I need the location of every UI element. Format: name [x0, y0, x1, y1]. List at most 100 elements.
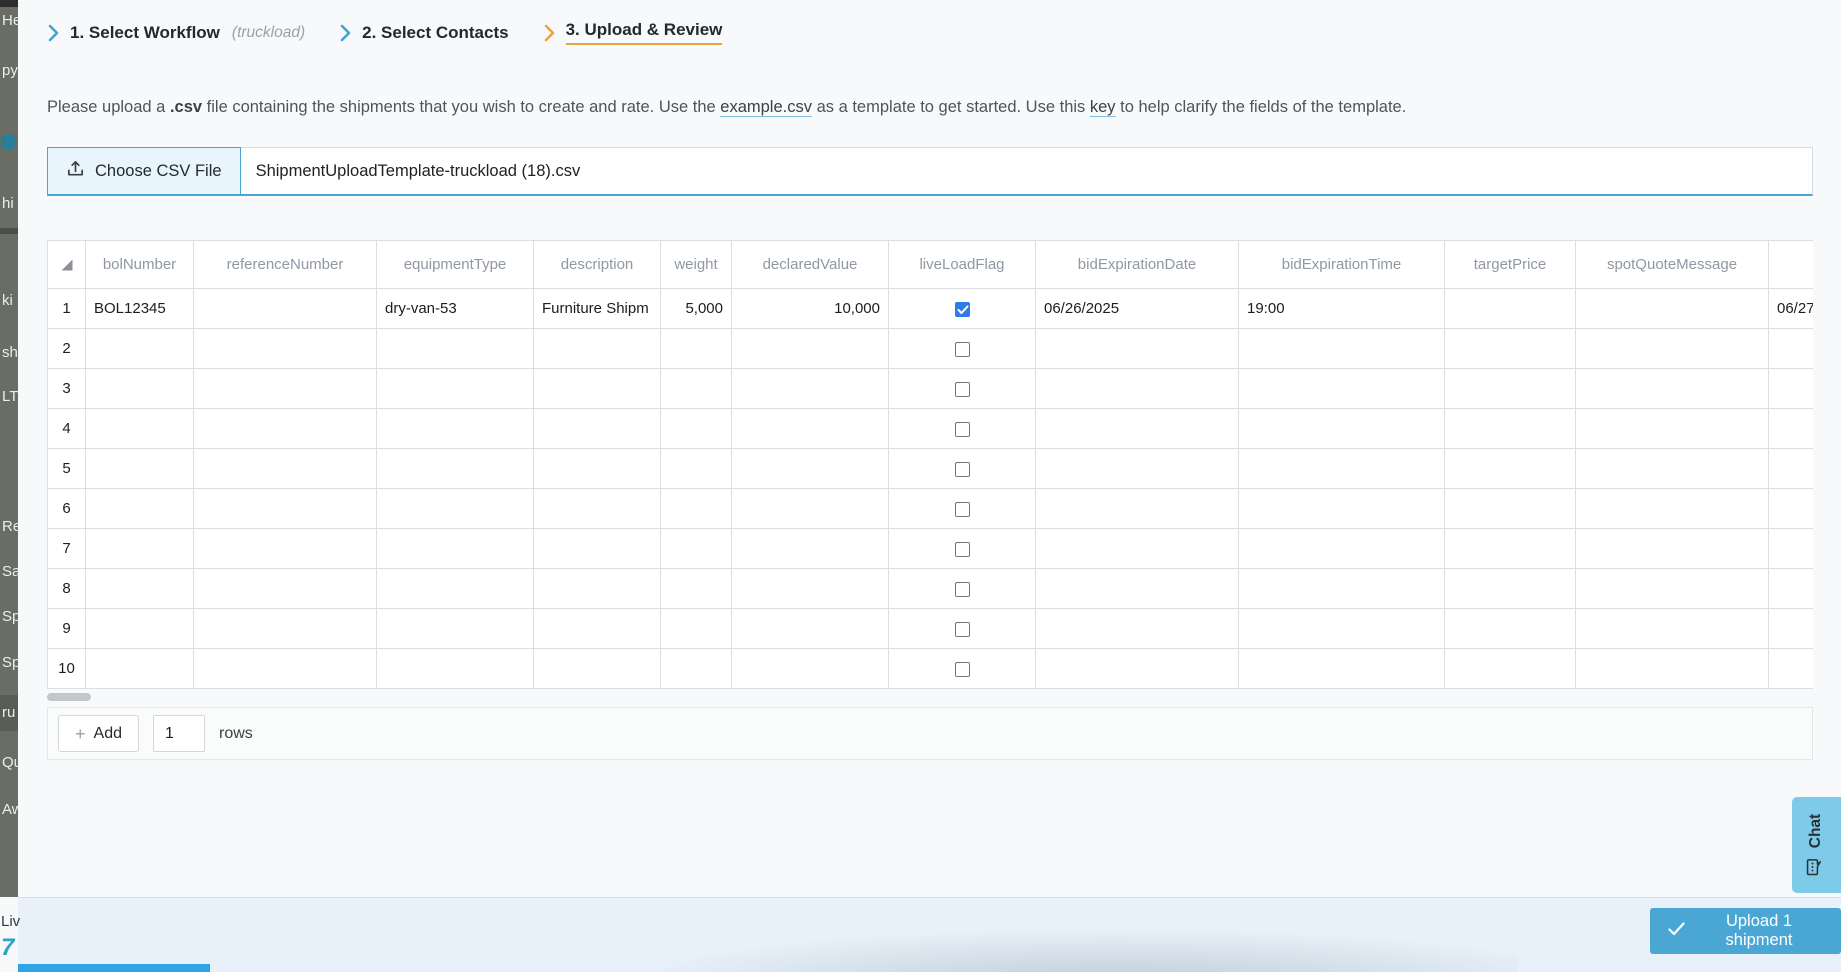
grid-cell-origin[interactable] [1769, 449, 1814, 489]
add-rows-button[interactable]: + Add [58, 715, 139, 752]
grid-cell-bidExpirationDate[interactable] [1036, 529, 1239, 569]
grid-cell-liveLoadFlag[interactable] [889, 529, 1036, 569]
live-load-checkbox[interactable] [955, 302, 970, 317]
grid-cell-targetPrice[interactable] [1445, 569, 1576, 609]
grid-cell-declaredValue[interactable] [732, 649, 889, 689]
grid-column-header-targetPrice[interactable]: targetPrice [1445, 241, 1576, 289]
step-select-workflow[interactable]: 1. Select Workflow (truckload) [47, 23, 305, 43]
grid-column-header-origin[interactable]: origin [1769, 241, 1814, 289]
grid-cell-weight[interactable] [661, 329, 732, 369]
grid-cell-bidExpirationDate[interactable]: 06/26/2025 [1036, 289, 1239, 329]
grid-cell-origin[interactable] [1769, 489, 1814, 529]
grid-column-header-liveLoadFlag[interactable]: liveLoadFlag [889, 241, 1036, 289]
grid-cell-declaredValue[interactable] [732, 609, 889, 649]
example-csv-link[interactable]: example.csv [720, 98, 812, 117]
grid-cell-spotQuoteMessage[interactable] [1576, 409, 1769, 449]
grid-cell-declaredValue[interactable] [732, 409, 889, 449]
sidebar-item-cutoff[interactable]: py [2, 62, 18, 79]
grid-cell-description[interactable] [534, 649, 661, 689]
grid-cell-bidExpirationDate[interactable] [1036, 489, 1239, 529]
grid-cell-liveLoadFlag[interactable] [889, 489, 1036, 529]
live-load-checkbox[interactable] [955, 662, 970, 677]
grid-cell-referenceNumber[interactable] [194, 369, 377, 409]
sidebar-item-cutoff[interactable]: Re [2, 518, 18, 535]
grid-cell-targetPrice[interactable] [1445, 289, 1576, 329]
grid-cell-bidExpirationTime[interactable] [1239, 369, 1445, 409]
grid-cell-liveLoadFlag[interactable] [889, 369, 1036, 409]
sidebar-item-cutoff[interactable]: Sp [2, 654, 18, 671]
grid-cell-bolNumber[interactable] [86, 649, 194, 689]
grid-cell-bidExpirationDate[interactable] [1036, 329, 1239, 369]
grid-cell-description[interactable] [534, 609, 661, 649]
grid-cell-bolNumber[interactable]: BOL12345 [86, 289, 194, 329]
grid-cell-declaredValue[interactable] [732, 449, 889, 489]
step-select-contacts[interactable]: 2. Select Contacts [339, 23, 508, 43]
grid-cell-targetPrice[interactable] [1445, 449, 1576, 489]
sidebar-item-cutoff[interactable]: He [2, 12, 18, 29]
grid-cell-bolNumber[interactable] [86, 489, 194, 529]
grid-cell-bolNumber[interactable] [86, 329, 194, 369]
sidebar-item-cutoff[interactable]: LTL [2, 388, 18, 405]
grid-cell-bidExpirationTime[interactable] [1239, 529, 1445, 569]
grid-cell-weight[interactable] [661, 449, 732, 489]
live-load-checkbox[interactable] [955, 462, 970, 477]
sidebar-item-cutoff[interactable]: Sp [2, 608, 18, 625]
grid-cell-spotQuoteMessage[interactable] [1576, 649, 1769, 689]
grid-cell-equipmentType[interactable] [377, 529, 534, 569]
grid-cell-description[interactable] [534, 569, 661, 609]
grid-cell-weight[interactable] [661, 369, 732, 409]
grid-cell-equipmentType[interactable] [377, 609, 534, 649]
grid-cell-targetPrice[interactable] [1445, 409, 1576, 449]
grid-cell-declaredValue[interactable] [732, 489, 889, 529]
grid-cell-bidExpirationTime[interactable] [1239, 449, 1445, 489]
grid-cell-declaredValue[interactable]: 10,000 [732, 289, 889, 329]
grid-cell-weight[interactable]: 5,000 [661, 289, 732, 329]
grid-cell-bolNumber[interactable] [86, 569, 194, 609]
grid-cell-referenceNumber[interactable] [194, 289, 377, 329]
chat-tab[interactable]: Chat [1792, 797, 1841, 893]
live-load-checkbox[interactable] [955, 422, 970, 437]
grid-cell-declaredValue[interactable] [732, 329, 889, 369]
grid-row-header[interactable]: 10 [48, 649, 86, 689]
grid-cell-bidExpirationTime[interactable]: 19:00 [1239, 289, 1445, 329]
grid-cell-spotQuoteMessage[interactable] [1576, 449, 1769, 489]
grid-cell-bidExpirationDate[interactable] [1036, 449, 1239, 489]
grid-cell-declaredValue[interactable] [732, 569, 889, 609]
grid-cell-origin[interactable] [1769, 369, 1814, 409]
grid-column-header-bidExpirationTime[interactable]: bidExpirationTime [1239, 241, 1445, 289]
grid-cell-referenceNumber[interactable] [194, 409, 377, 449]
grid-cell-description[interactable] [534, 369, 661, 409]
grid-cell-liveLoadFlag[interactable] [889, 409, 1036, 449]
grid-cell-description[interactable]: Furniture Shipm [534, 289, 661, 329]
grid-column-header-weight[interactable]: weight [661, 241, 732, 289]
grid-cell-referenceNumber[interactable] [194, 609, 377, 649]
grid-cell-spotQuoteMessage[interactable] [1576, 369, 1769, 409]
sidebar-item-cutoff[interactable]: ki [2, 292, 13, 309]
grid-cell-declaredValue[interactable] [732, 529, 889, 569]
grid-cell-liveLoadFlag[interactable] [889, 329, 1036, 369]
grid-cell-equipmentType[interactable] [377, 409, 534, 449]
grid-column-header-spotQuoteMessage[interactable]: spotQuoteMessage [1576, 241, 1769, 289]
grid-cell-bidExpirationDate[interactable] [1036, 609, 1239, 649]
grid-cell-targetPrice[interactable] [1445, 529, 1576, 569]
grid-row-header[interactable]: 6 [48, 489, 86, 529]
grid-cell-liveLoadFlag[interactable] [889, 449, 1036, 489]
grid-cell-origin[interactable] [1769, 409, 1814, 449]
upload-shipment-button[interactable]: Upload 1 shipment [1650, 908, 1841, 954]
grid-cell-targetPrice[interactable] [1445, 329, 1576, 369]
grid-corner-select[interactable] [48, 241, 86, 289]
grid-cell-liveLoadFlag[interactable] [889, 609, 1036, 649]
grid-row-header[interactable]: 1 [48, 289, 86, 329]
grid-cell-spotQuoteMessage[interactable] [1576, 529, 1769, 569]
grid-cell-bidExpirationTime[interactable] [1239, 569, 1445, 609]
grid-cell-equipmentType[interactable] [377, 569, 534, 609]
grid-cell-bidExpirationTime[interactable] [1239, 609, 1445, 649]
sidebar-item-cutoff[interactable]: Qu [2, 754, 18, 771]
grid-cell-referenceNumber[interactable] [194, 649, 377, 689]
grid-cell-declaredValue[interactable] [732, 369, 889, 409]
grid-cell-origin[interactable] [1769, 329, 1814, 369]
grid-row-header[interactable]: 7 [48, 529, 86, 569]
grid-cell-bidExpirationTime[interactable] [1239, 329, 1445, 369]
grid-cell-origin[interactable] [1769, 569, 1814, 609]
grid-cell-bidExpirationTime[interactable] [1239, 489, 1445, 529]
